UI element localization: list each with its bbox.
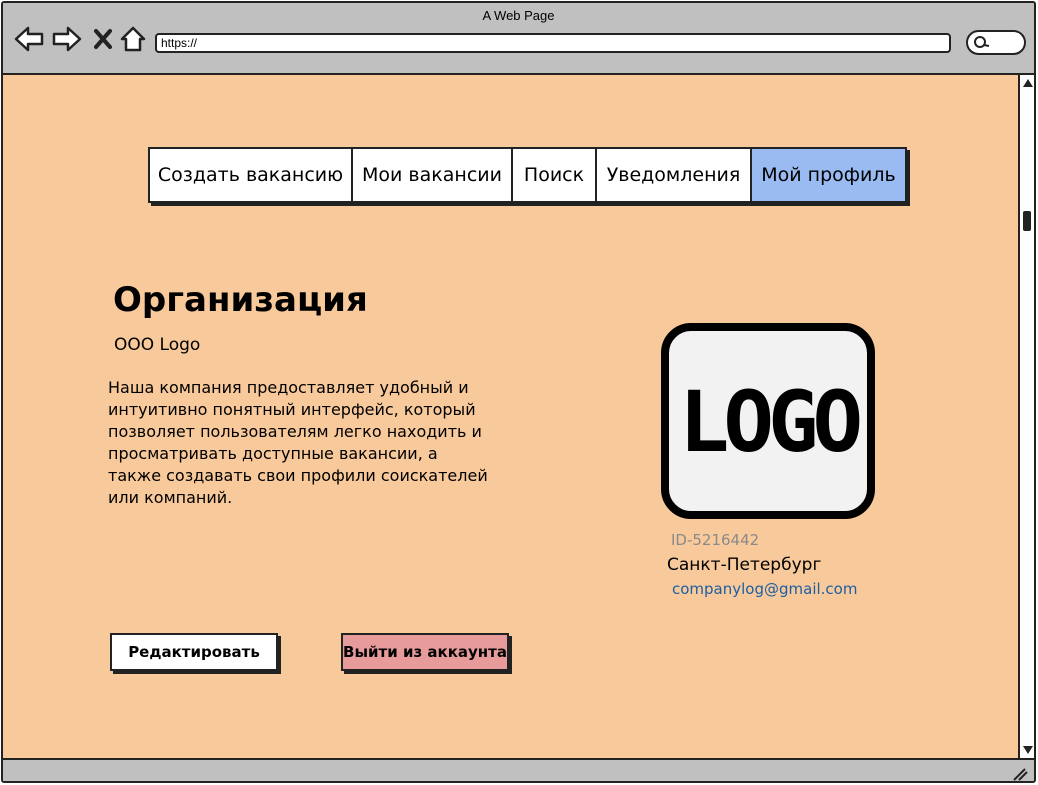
tab-search[interactable]: Поиск: [513, 149, 597, 201]
company-logo: LOGO: [661, 323, 875, 519]
tab-notifications[interactable]: Уведомления: [597, 149, 752, 201]
home-icon[interactable]: [117, 23, 149, 55]
scroll-down-icon[interactable]: [1023, 745, 1033, 755]
organization-name: ООО Logo: [114, 335, 201, 355]
page-title: Организация: [113, 280, 368, 320]
close-icon[interactable]: [87, 23, 119, 55]
browser-titlebar: A Web Page https://: [3, 3, 1034, 75]
logo-text: LOGO: [679, 373, 860, 471]
back-icon[interactable]: [13, 23, 45, 55]
tab-my-vacancies[interactable]: Мои вакансии: [353, 149, 513, 201]
company-email[interactable]: companylog@gmail.com: [672, 580, 857, 598]
main-tabs: Создать вакансию Мои вакансии Поиск Увед…: [148, 147, 907, 203]
vertical-scrollbar[interactable]: [1018, 75, 1034, 758]
resize-grip-icon[interactable]: [1012, 767, 1028, 781]
url-bar[interactable]: https://: [155, 33, 951, 53]
tab-create-vacancy[interactable]: Создать вакансию: [150, 149, 353, 201]
window-title: A Web Page: [482, 8, 555, 23]
scroll-thumb[interactable]: [1023, 211, 1031, 231]
page-content: Создать вакансию Мои вакансии Поиск Увед…: [3, 75, 1018, 758]
company-city: Санкт-Петербург: [667, 555, 822, 575]
browser-window: A Web Page https:// Создать вакансию Мои…: [1, 1, 1036, 783]
browser-search-field[interactable]: [966, 30, 1026, 55]
scroll-up-icon[interactable]: [1023, 78, 1033, 88]
edit-button[interactable]: Редактировать: [110, 633, 278, 671]
logout-button[interactable]: Выйти из аккаунта: [341, 633, 509, 671]
search-icon: [974, 36, 990, 48]
forward-icon[interactable]: [51, 23, 83, 55]
organization-description: Наша компания предоставляет удобный и ин…: [108, 378, 488, 507]
status-bar: [3, 758, 1034, 781]
tab-my-profile[interactable]: Мой профиль: [752, 149, 905, 201]
company-id: ID-5216442: [671, 531, 760, 549]
